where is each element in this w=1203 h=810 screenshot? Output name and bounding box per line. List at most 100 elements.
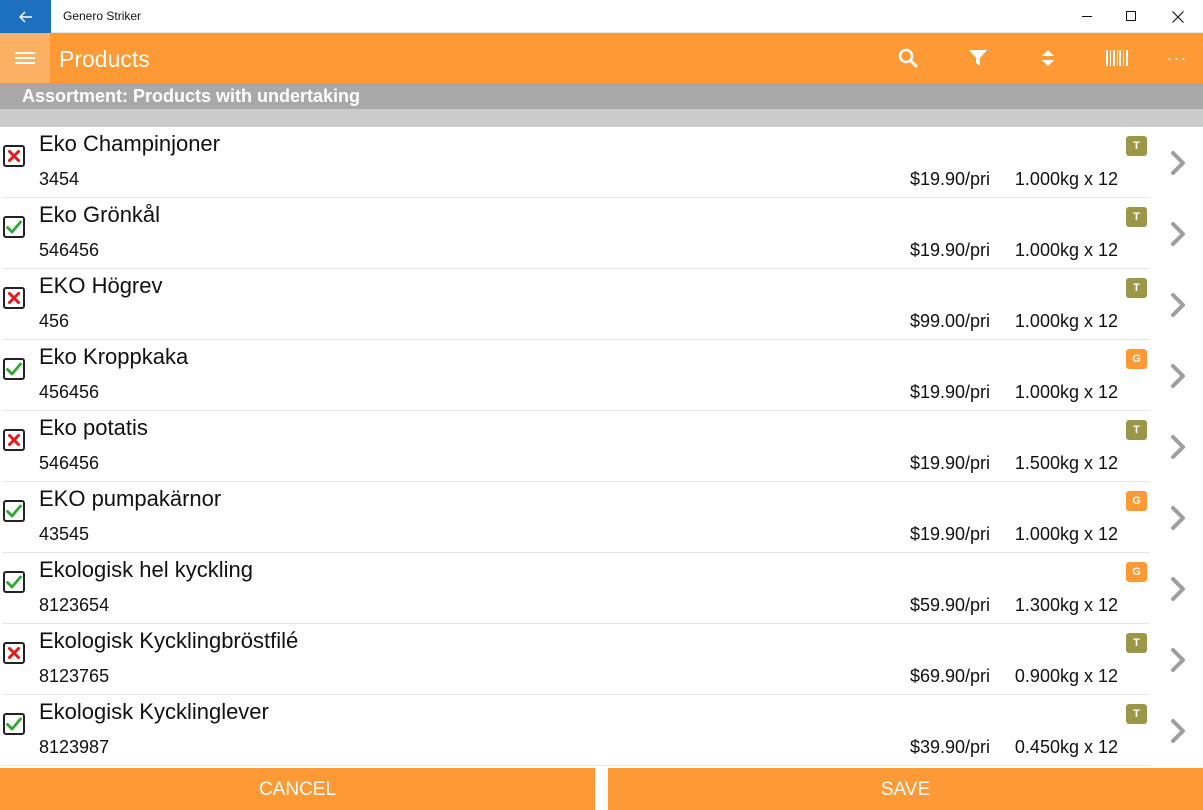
product-name: Ekologisk hel kyckling [39, 557, 253, 582]
checkmark-icon [6, 362, 22, 376]
product-type-badge: G [1126, 349, 1147, 369]
product-price: $19.90/pri [909, 453, 990, 473]
more-options-button[interactable]: ··· [1157, 33, 1197, 83]
sort-button[interactable] [1028, 33, 1068, 83]
product-row[interactable]: EKO Högrev 456 $99.00/pri 1.000kg x 12 T [0, 269, 1203, 340]
chevron-right-icon[interactable] [1166, 433, 1190, 461]
product-pack-size: 1.000kg x 12 [1014, 382, 1118, 402]
menu-button[interactable] [0, 33, 50, 83]
product-pack-size: 1.000kg x 12 [1014, 169, 1118, 189]
barcode-scan-button[interactable] [1097, 33, 1137, 83]
product-row[interactable]: Ekologisk hel kyckling 8123654 $59.90/pr… [0, 553, 1203, 624]
action-bar: CANCEL SAVE [0, 768, 1203, 810]
product-code: 43545 [39, 524, 90, 544]
product-price: $19.90/pri [909, 169, 990, 189]
product-code: 8123654 [39, 595, 110, 615]
filter-button[interactable] [958, 33, 998, 83]
status-checkbox[interactable] [3, 571, 25, 593]
barcode-icon [1106, 50, 1128, 66]
product-type-badge: T [1126, 278, 1147, 298]
product-code: 3454 [39, 169, 80, 189]
product-row[interactable]: Eko Grönkål 546456 $19.90/pri 1.000kg x … [0, 198, 1203, 269]
chevron-right-icon[interactable] [1166, 504, 1190, 532]
product-name: EKO pumpakärnor [39, 486, 222, 511]
product-code: 456 [39, 311, 70, 331]
minimize-icon [1081, 16, 1092, 17]
filter-icon [969, 50, 987, 66]
product-pack-size: 1.300kg x 12 [1014, 595, 1118, 615]
minimize-button[interactable] [1064, 0, 1110, 33]
product-price: $69.90/pri [909, 666, 990, 686]
cross-icon [8, 150, 20, 162]
product-price: $19.90/pri [909, 240, 990, 260]
chevron-right-icon[interactable] [1166, 149, 1190, 177]
window-titlebar: Genero Striker [0, 0, 1203, 33]
product-pack-size: 0.900kg x 12 [1014, 666, 1118, 686]
product-pack-size: 1.000kg x 12 [1014, 240, 1118, 260]
product-type-badge: T [1126, 136, 1147, 156]
close-button[interactable] [1152, 0, 1203, 33]
product-pack-size: 1.000kg x 12 [1014, 524, 1118, 544]
chevron-right-icon[interactable] [1166, 646, 1190, 674]
list-subheader [0, 109, 1203, 127]
product-type-badge: T [1126, 420, 1147, 440]
product-name: Eko Grönkål [39, 202, 161, 227]
product-row[interactable]: Eko Champinjoner 3454 $19.90/pri 1.000kg… [0, 127, 1203, 198]
status-checkbox[interactable] [3, 216, 25, 238]
status-checkbox[interactable] [3, 713, 25, 735]
app-bar: Products ··· [0, 33, 1203, 83]
product-pack-size: 1.000kg x 12 [1014, 311, 1118, 331]
product-name: Eko Champinjoner [39, 131, 220, 156]
product-type-badge: T [1126, 633, 1147, 653]
product-price: $19.90/pri [909, 524, 990, 544]
assortment-header: Assortment: Products with undertaking [0, 83, 1203, 109]
status-checkbox[interactable] [3, 145, 25, 167]
product-row[interactable]: Ekologisk Kycklingbröstfilé 8123765 $69.… [0, 624, 1203, 695]
chevron-right-icon[interactable] [1166, 362, 1190, 390]
chevron-right-icon[interactable] [1166, 575, 1190, 603]
checkmark-icon [6, 575, 22, 589]
product-code: 8123987 [39, 737, 110, 757]
more-icon: ··· [1166, 47, 1188, 68]
product-name: Eko Kroppkaka [39, 344, 189, 369]
page-title: Products [59, 46, 150, 72]
product-name: Ekologisk Kycklingbröstfilé [39, 628, 299, 653]
product-pack-size: 0.450kg x 12 [1014, 737, 1118, 757]
product-code: 456456 [39, 382, 100, 402]
chevron-right-icon[interactable] [1166, 220, 1190, 248]
save-button[interactable]: SAVE [608, 768, 1203, 810]
close-icon [1171, 10, 1184, 23]
product-row[interactable]: Eko Kroppkaka 456456 $19.90/pri 1.000kg … [0, 340, 1203, 411]
status-checkbox[interactable] [3, 642, 25, 664]
product-price: $59.90/pri [909, 595, 990, 615]
chevron-right-icon[interactable] [1166, 717, 1190, 745]
product-code: 8123765 [39, 666, 110, 686]
status-checkbox[interactable] [3, 429, 25, 451]
product-row[interactable]: EKO pumpakärnor 43545 $19.90/pri 1.000kg… [0, 482, 1203, 553]
product-name: Ekologisk Kycklinglever [39, 699, 269, 724]
cross-icon [8, 434, 20, 446]
product-code: 546456 [39, 240, 100, 260]
search-icon [898, 48, 918, 68]
product-code: 546456 [39, 453, 100, 473]
back-button[interactable] [0, 0, 51, 33]
product-list: Eko Champinjoner 3454 $19.90/pri 1.000kg… [0, 127, 1203, 768]
product-row[interactable]: Ekologisk Kycklinglever 8123987 $39.90/p… [0, 695, 1203, 766]
status-checkbox[interactable] [3, 358, 25, 380]
checkmark-icon [6, 717, 22, 731]
status-checkbox[interactable] [3, 287, 25, 309]
checkmark-icon [6, 504, 22, 518]
cancel-button[interactable]: CANCEL [0, 768, 595, 810]
status-checkbox[interactable] [3, 500, 25, 522]
back-arrow-icon [18, 11, 32, 22]
window-title: Genero Striker [63, 9, 142, 23]
product-row[interactable]: Eko potatis 546456 $19.90/pri 1.500kg x … [0, 411, 1203, 482]
cross-icon [8, 647, 20, 659]
maximize-button[interactable] [1108, 0, 1154, 33]
checkmark-icon [6, 220, 22, 234]
maximize-icon [1125, 11, 1136, 21]
chevron-right-icon[interactable] [1166, 291, 1190, 319]
product-price: $19.90/pri [909, 382, 990, 402]
sort-icon [1042, 50, 1054, 66]
search-button[interactable] [888, 33, 928, 83]
